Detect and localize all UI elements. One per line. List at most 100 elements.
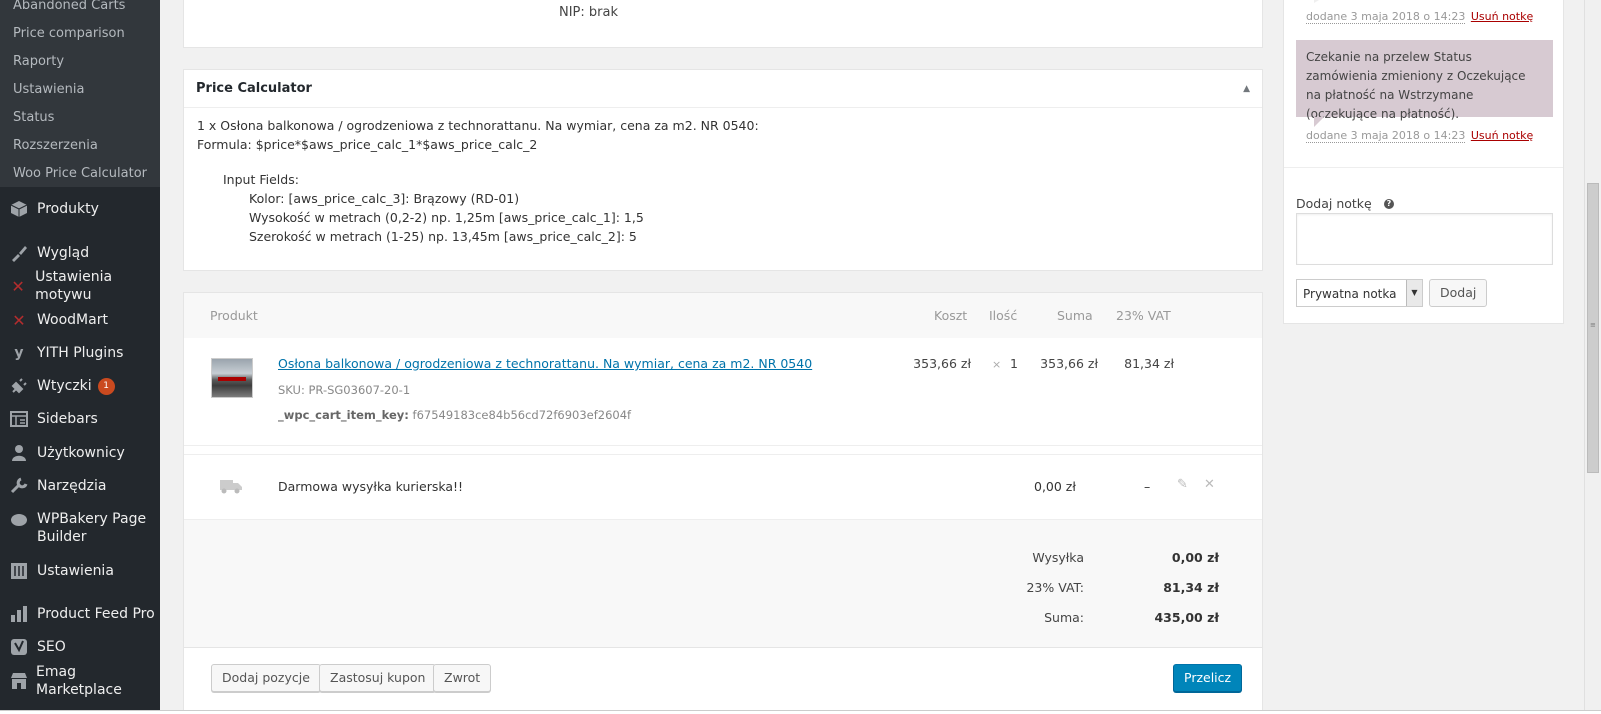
product-name-link[interactable]: Osłona balkonowa / ogrodzeniowa z techno… [278, 356, 812, 371]
store-icon [9, 671, 28, 691]
item-cost: 353,66 zł [913, 356, 971, 371]
totals-vat-value: 81,34 zł [1163, 580, 1219, 595]
sidebar-item-produkty[interactable]: Produkty [0, 198, 160, 220]
product-sku: SKU: PR-SG03607-20-1 [278, 383, 410, 397]
delete-note-link[interactable]: Usuń notkę [1471, 129, 1533, 142]
submenu-status[interactable]: Status [0, 104, 160, 132]
meta-key: _wpc_cart_item_key: [278, 408, 409, 422]
sidebar-item-label: Emag Marketplace [36, 664, 122, 698]
sidebar-item-ustawienia-motywu[interactable]: ✕ Ustawienia motywu [0, 269, 160, 303]
product-meta: _wpc_cart_item_key: f67549183ce84b56cd72… [278, 408, 631, 422]
sidebar-item-uzytkownicy[interactable]: Użytkownicy [0, 442, 160, 464]
sidebar-item-label: SEO [37, 639, 66, 655]
submenu-woo-price-calculator[interactable]: Woo Price Calculator [0, 160, 160, 188]
scrollbar-thumb[interactable]: ≡ [1587, 183, 1599, 473]
totals-vat-label: 23% VAT: [1026, 580, 1084, 595]
sku-label: SKU: [278, 383, 305, 397]
page-scrollbar[interactable]: ≡ [1584, 0, 1601, 714]
note-meta: dodane 3 maja 2018 o 14:23 Usuń notkę [1306, 129, 1533, 143]
shipping-method-name: Darmowa wysyłka kurierska!! [278, 479, 464, 494]
calc-field-szerokosc: Szerokość w metrach (1-25) np. 13,45m [a… [249, 229, 637, 244]
sidebar-item-label: Ustawienia motywu [35, 269, 113, 303]
sidebar-item-seo[interactable]: SEO [0, 636, 160, 658]
sidebar-item-emag-marketplace[interactable]: Emag Marketplace [0, 664, 160, 698]
sku-value: PR-SG03607-20-1 [308, 383, 411, 397]
submenu-raporty[interactable]: Raporty [0, 48, 160, 76]
submenu-ustawienia[interactable]: Ustawienia [0, 76, 160, 104]
recalculate-button[interactable]: Przelicz [1173, 664, 1243, 692]
nip-label: NIP: [559, 5, 585, 20]
sidebar-item-label: WPBakery Page Builder [37, 511, 147, 545]
calc-product-line: 1 x Osłona balkonowa / ogrodzeniowa z te… [197, 118, 759, 133]
item-total: 353,66 zł [1040, 356, 1098, 371]
column-header-cost: Koszt [934, 308, 968, 323]
sidebar-item-label: Użytkownicy [37, 445, 125, 461]
item-vat: 81,34 zł [1124, 356, 1174, 371]
truck-icon [220, 480, 242, 494]
calc-field-kolor: Kolor: [aws_price_calc_3]: Brązowy (RD-0… [249, 191, 520, 206]
settings-icon [9, 561, 29, 581]
yith-icon: y [14, 345, 24, 361]
calc-formula-line: Formula: $price*$aws_price_calc_1*$aws_p… [197, 137, 538, 152]
sidebar-item-wpbakery[interactable]: WPBakery Page Builder [0, 510, 160, 546]
items-table-header: Produkt Koszt Ilość Suma 23% VAT [184, 293, 1262, 338]
add-note-button[interactable]: Dodaj [1429, 279, 1488, 307]
help-icon[interactable]: ? [1384, 199, 1394, 209]
sidebar-item-label: Ustawienia [37, 563, 114, 579]
note-textarea[interactable] [1296, 213, 1553, 265]
submenu-rozszerzenia[interactable]: Rozszerzenia [0, 132, 160, 160]
price-calculator-header[interactable]: Price Calculator ▲ [184, 70, 1262, 108]
product-thumbnail[interactable] [211, 358, 253, 398]
qty-times-icon: × [992, 358, 1002, 371]
add-item-button[interactable]: Dodaj pozycje [211, 664, 321, 692]
sidebar-item-product-feed-pro[interactable]: Product Feed Pro [0, 603, 160, 625]
add-note-label: Dodaj notkę [1296, 196, 1372, 211]
woodmart-icon: ✕ [12, 310, 26, 330]
sidebar-item-wyglad[interactable]: Wygląd [0, 242, 160, 264]
wrench-icon [9, 476, 29, 496]
bar-chart-icon [9, 604, 29, 624]
divider [1284, 167, 1563, 168]
meta-value: f67549183ce84b56cd72f6903ef2604f [412, 408, 632, 422]
apply-coupon-button[interactable]: Zastosuj kupon [319, 664, 437, 692]
submenu-price-comparison[interactable]: Price comparison [0, 20, 160, 48]
grip-icon: ≡ [1590, 321, 1596, 329]
admin-sidebar: Abandoned Carts Price comparison Raporty… [0, 0, 160, 714]
delete-x-icon[interactable]: ✕ [1204, 477, 1215, 492]
price-calculator-body: 1 x Osłona balkonowa / ogrodzeniowa z te… [184, 108, 1262, 254]
order-notes-panel: dodane 3 maja 2018 o 14:23 Usuń notkę Cz… [1283, 0, 1564, 324]
shipping-row: Darmowa wysyłka kurierska!! 0,00 zł – ✎ … [184, 454, 1262, 520]
edit-pencil-icon[interactable]: ✎ [1177, 477, 1188, 492]
table-row: Osłona balkonowa / ogrodzeniowa z techno… [184, 338, 1262, 446]
item-qty: 1 [1010, 356, 1018, 371]
order-actions-bar: Dodaj pozycje Zastosuj kupon Zwrot Przel… [184, 648, 1262, 714]
note-bubble-tail [1314, 0, 1324, 3]
shipping-cost: 0,00 zł [1034, 479, 1076, 494]
yoast-icon [9, 637, 29, 657]
sidebar-item-ustawienia-main[interactable]: Ustawienia [0, 560, 160, 582]
wpbakery-icon [9, 510, 29, 530]
sidebar-item-label: Wygląd [37, 245, 90, 261]
column-header-vat: 23% VAT [1116, 308, 1171, 323]
sidebar-item-label: Produkty [37, 201, 99, 217]
note-bubble: Czekanie na przelew Status zamówienia zm… [1296, 40, 1553, 127]
sidebar-item-label: Product Feed Pro [37, 606, 155, 622]
sidebar-item-woodmart[interactable]: ✕ WoodMart [0, 309, 160, 331]
sidebar-item-label: Wtyczki [37, 378, 92, 394]
sidebar-item-label: Narzędzia [37, 478, 107, 494]
nip-row: NIP: brak [559, 5, 618, 20]
note-type-select[interactable]: Prywatna notka ▼ [1296, 279, 1423, 307]
collapse-arrow-icon[interactable]: ▲ [1243, 84, 1250, 94]
plug-icon [9, 376, 29, 396]
price-calculator-title: Price Calculator [196, 81, 312, 96]
totals-shipping-label: Wysyłka [1032, 550, 1084, 565]
sidebar-item-sidebars[interactable]: Sidebars [0, 408, 160, 430]
refund-button[interactable]: Zwrot [433, 664, 492, 692]
sidebar-item-narzedzia[interactable]: Narzędzia [0, 475, 160, 497]
sidebar-item-yith-plugins[interactable]: y YITH Plugins [0, 342, 160, 364]
woocommerce-submenu: Abandoned Carts Price comparison Raporty… [0, 0, 160, 187]
sidebar-item-wtyczki[interactable]: Wtyczki 1 [0, 375, 160, 397]
column-header-total: Suma [1057, 308, 1093, 323]
submenu-abandoned-carts[interactable]: Abandoned Carts [0, 0, 160, 20]
delete-note-link[interactable]: Usuń notkę [1471, 10, 1533, 23]
